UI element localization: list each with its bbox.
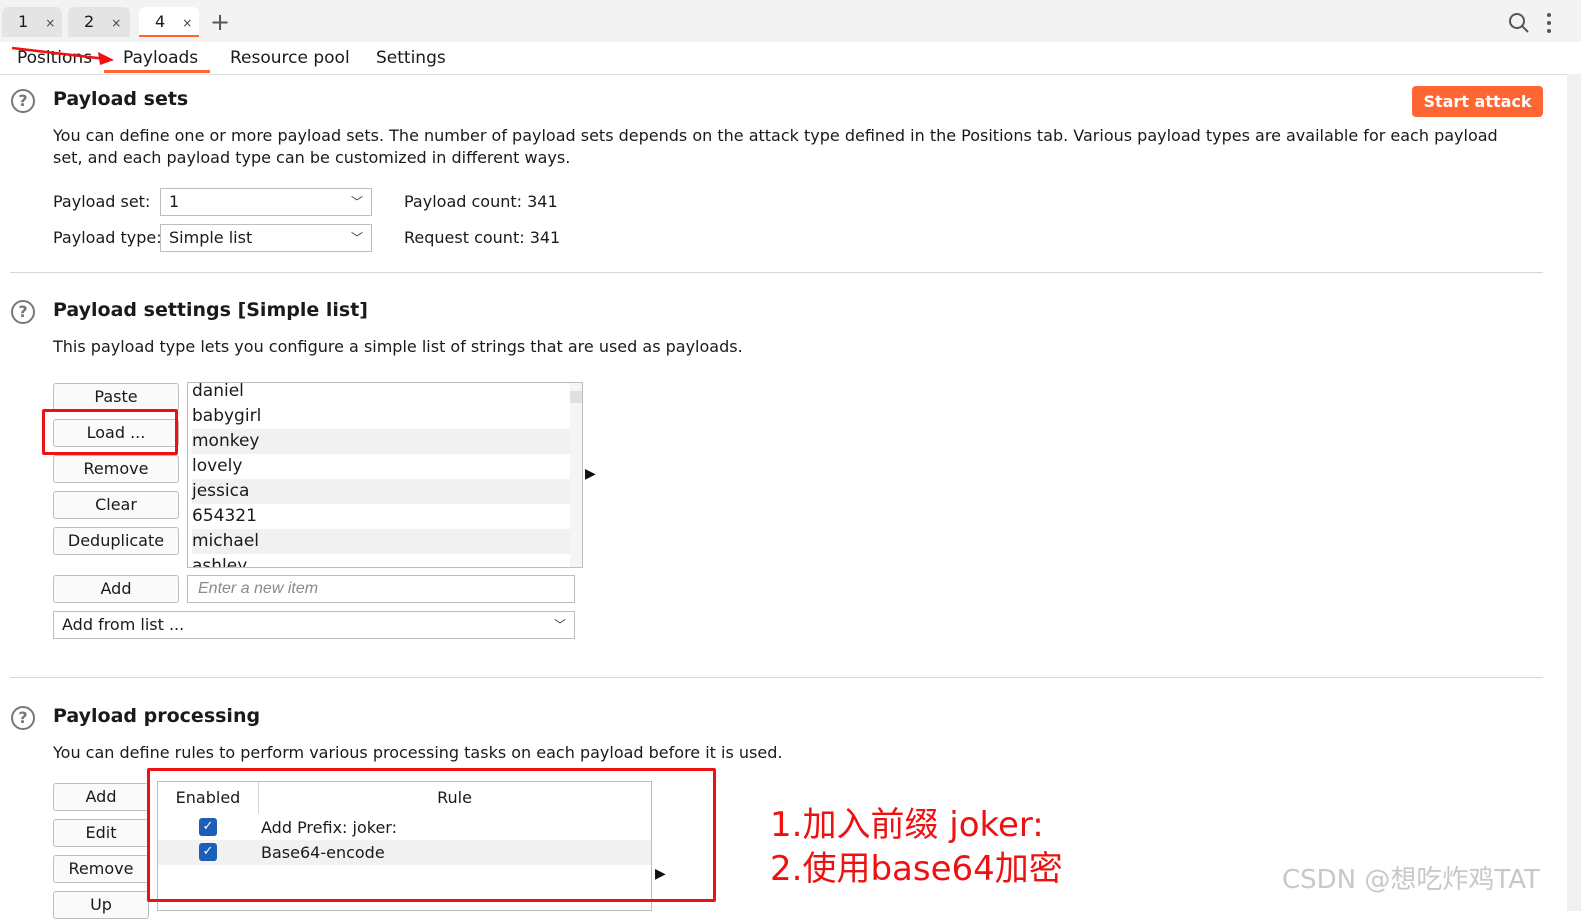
more-options-icon[interactable] xyxy=(1544,12,1554,34)
list-item[interactable]: 654321 xyxy=(192,504,570,529)
tab-label: 4 xyxy=(155,12,166,31)
remove-rule-button[interactable]: Remove xyxy=(53,855,149,883)
help-icon[interactable]: ? xyxy=(11,89,35,113)
add-item-button[interactable]: Add xyxy=(53,575,179,603)
payload-settings-title: Payload settings [Simple list] xyxy=(53,299,368,321)
divider xyxy=(10,677,1543,678)
payload-type-value: Simple list xyxy=(169,228,253,247)
expand-arrow-icon[interactable]: ▶ xyxy=(585,466,596,482)
attack-tab-4[interactable]: 4 × xyxy=(139,7,199,37)
move-up-button[interactable]: Up xyxy=(53,891,149,919)
payload-count: Payload count: 341 xyxy=(404,192,558,211)
tab-settings[interactable]: Settings xyxy=(376,46,446,70)
chevron-down-icon: ﹀ xyxy=(553,618,566,632)
clear-button[interactable]: Clear xyxy=(53,491,179,519)
list-item[interactable]: monkey xyxy=(192,429,570,454)
attack-tab-1[interactable]: 1 × xyxy=(2,7,62,37)
tab-resource-pool[interactable]: Resource pool xyxy=(230,46,350,70)
attack-tab-2[interactable]: 2 × xyxy=(68,7,130,37)
payload-settings-description: This payload type lets you configure a s… xyxy=(53,337,743,356)
close-icon[interactable]: × xyxy=(111,16,121,30)
payload-sets-title: Payload sets xyxy=(53,88,189,110)
list-scrollbar[interactable] xyxy=(570,383,582,567)
edit-rule-button[interactable]: Edit xyxy=(53,819,149,847)
rules-highlight-box xyxy=(147,768,716,902)
payload-processing-title: Payload processing xyxy=(53,705,261,727)
close-icon[interactable]: × xyxy=(182,16,192,30)
divider xyxy=(10,272,1543,273)
tab-label: 2 xyxy=(84,12,95,31)
list-item[interactable]: ashley xyxy=(192,554,570,567)
load-highlight-box xyxy=(42,409,178,455)
chevron-down-icon: ﹀ xyxy=(350,195,363,209)
payload-sets-description: You can define one or more payload sets.… xyxy=(53,126,1498,167)
payload-type-select[interactable]: Simple list ﹀ xyxy=(160,224,372,252)
search-icon[interactable] xyxy=(1508,12,1530,34)
active-tab-indicator xyxy=(104,70,210,73)
scroll-thumb[interactable] xyxy=(570,391,582,403)
payload-list[interactable]: daniel babygirl monkey lovely jessica 65… xyxy=(187,382,583,568)
annotation-line-2: 2.使用base64加密 xyxy=(770,849,1063,889)
chevron-down-icon: ﹀ xyxy=(350,231,363,245)
new-tab-button[interactable]: + xyxy=(210,7,230,37)
window-scrollbar[interactable] xyxy=(1567,74,1581,911)
new-item-input[interactable] xyxy=(187,575,575,603)
top-tab-strip xyxy=(0,0,1581,43)
payload-processing-description: You can define rules to perform various … xyxy=(53,743,783,762)
request-count: Request count: 341 xyxy=(404,228,561,247)
tab-label: 1 xyxy=(18,12,29,31)
list-item[interactable]: michael xyxy=(192,529,570,554)
remove-button[interactable]: Remove xyxy=(53,455,179,483)
list-item[interactable]: daniel xyxy=(192,383,570,404)
deduplicate-button[interactable]: Deduplicate xyxy=(53,527,179,555)
start-attack-button[interactable]: Start attack xyxy=(1412,86,1543,117)
help-icon[interactable]: ? xyxy=(11,706,35,730)
help-icon[interactable]: ? xyxy=(11,300,35,324)
list-item[interactable]: lovely xyxy=(192,454,570,479)
add-from-list-select[interactable]: Add from list ... ﹀ xyxy=(53,611,575,639)
add-rule-button[interactable]: Add xyxy=(53,783,149,811)
payload-set-label: Payload set: xyxy=(53,192,151,211)
annotation-line-1: 1.加入前缀 joker: xyxy=(770,805,1044,845)
list-item[interactable]: jessica xyxy=(192,479,570,504)
list-item[interactable]: babygirl xyxy=(192,404,570,429)
payload-set-value: 1 xyxy=(169,192,180,211)
tab-payloads[interactable]: Payloads xyxy=(123,46,198,70)
watermark: CSDN @想吃炸鸡TAT xyxy=(1282,865,1540,895)
payload-type-label: Payload type: xyxy=(53,228,162,247)
paste-button[interactable]: Paste xyxy=(53,383,179,411)
add-from-list-value: Add from list ... xyxy=(62,615,185,634)
payload-set-select[interactable]: 1 ﹀ xyxy=(160,188,372,216)
close-icon[interactable]: × xyxy=(45,16,55,30)
red-arrow-annotation xyxy=(11,46,114,65)
